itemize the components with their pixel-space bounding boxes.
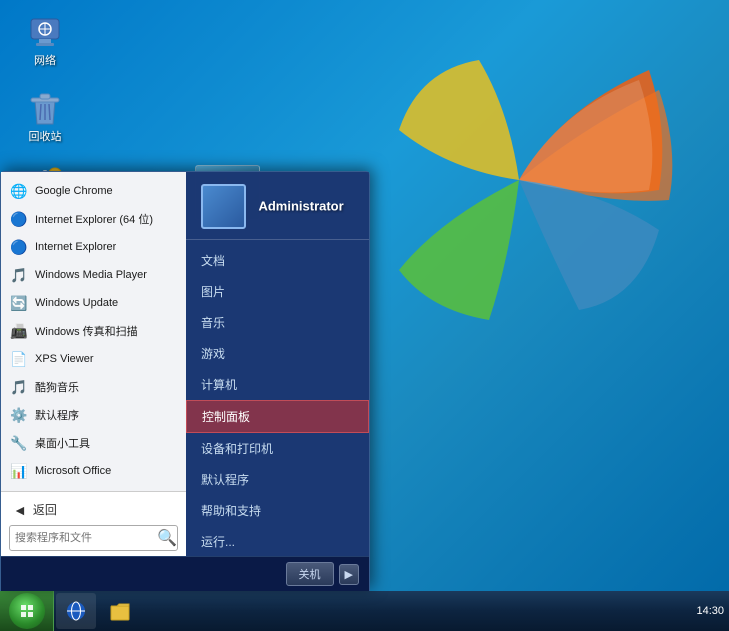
program-label-ie: Internet Explorer	[35, 241, 116, 253]
recycle-bin-icon[interactable]: 回收站	[10, 86, 80, 147]
start-menu-top: 🌐Google Chrome🔵Internet Explorer (64 位)🔵…	[1, 172, 369, 556]
program-label-default-app: 默认程序	[35, 407, 79, 423]
program-label-winupdate: Windows Update	[35, 297, 118, 309]
right-item-computer[interactable]: 计算机	[186, 369, 369, 400]
program-label-wmp: Windows Media Player	[35, 269, 147, 281]
program-item-xps[interactable]: 📄 XPS Viewer	[1, 345, 186, 373]
program-label-xps: XPS Viewer	[35, 353, 94, 365]
right-item-music[interactable]: 音乐	[186, 307, 369, 338]
right-item-run[interactable]: 运行...	[186, 526, 369, 556]
program-icon-fax-scan: 📠	[9, 321, 29, 341]
right-item-default-programs[interactable]: 默认程序	[186, 464, 369, 495]
program-item-ie64[interactable]: 🔵 Internet Explorer (64 位)	[1, 205, 186, 233]
program-item-desktop-gadgets[interactable]: 🔧 桌面小工具	[1, 429, 186, 457]
recycle-bin-icon-img	[25, 89, 65, 129]
program-icon-ie: 🔵	[9, 237, 29, 257]
taskbar-explorer-item[interactable]	[100, 593, 140, 629]
program-label-ie64: Internet Explorer (64 位)	[35, 211, 153, 227]
start-orb	[9, 593, 45, 629]
network-label: 网络	[34, 55, 56, 68]
right-item-help-support[interactable]: 帮助和支持	[186, 495, 369, 526]
program-icon-desktop-gadgets: 🔧	[9, 433, 29, 453]
program-item-wmp[interactable]: 🎵 Windows Media Player	[1, 261, 186, 289]
program-icon-baidu-music: 🎵	[9, 377, 29, 397]
right-item-games[interactable]: 游戏	[186, 338, 369, 369]
start-menu-right-panel: Administrator 文档图片音乐游戏计算机控制面板设备和打印机默认程序帮…	[186, 172, 369, 556]
programs-list[interactable]: 🌐Google Chrome🔵Internet Explorer (64 位)🔵…	[1, 172, 186, 491]
taskbar-programs	[54, 591, 691, 631]
windows-logo	[359, 30, 679, 335]
search-icon[interactable]: 🔍	[157, 528, 177, 548]
recycle-bin-label: 回收站	[29, 131, 62, 144]
shutdown-arrow-button[interactable]: ▶	[339, 564, 359, 585]
start-menu-left-panel: 🌐Google Chrome🔵Internet Explorer (64 位)🔵…	[1, 172, 186, 556]
program-icon-winupdate: 🔄	[9, 293, 29, 313]
start-menu-bottom: 关机 ▶	[1, 556, 369, 591]
right-item-pictures[interactable]: 图片	[186, 276, 369, 307]
search-bar[interactable]: 🔍	[9, 525, 178, 551]
program-icon-xps: 📄	[9, 349, 29, 369]
start-menu: 🌐Google Chrome🔵Internet Explorer (64 位)🔵…	[0, 171, 370, 591]
program-item-ie[interactable]: 🔵 Internet Explorer	[1, 233, 186, 261]
program-label-desktop-gadgets: 桌面小工具	[35, 435, 90, 451]
right-items-list: 文档图片音乐游戏计算机控制面板设备和打印机默认程序帮助和支持运行...	[186, 240, 369, 556]
user-name: Administrator	[258, 199, 343, 214]
program-icon-office: 📊	[9, 461, 29, 481]
program-icon-wmp: 🎵	[9, 265, 29, 285]
taskbar-tray: 14:30	[691, 591, 729, 631]
program-item-fax-scan[interactable]: 📠 Windows 传真和扫描	[1, 317, 186, 345]
program-icon-default-app: ⚙️	[9, 405, 29, 425]
program-item-office[interactable]: 📊 Microsoft Office	[1, 457, 186, 485]
start-button[interactable]	[0, 591, 54, 631]
right-item-documents[interactable]: 文档	[186, 245, 369, 276]
right-item-devices-printers[interactable]: 设备和打印机	[186, 433, 369, 464]
back-arrow-icon: ◄	[13, 502, 27, 518]
program-label-fax-scan: Windows 传真和扫描	[35, 323, 138, 339]
program-item-default-app[interactable]: ⚙️ 默认程序	[1, 401, 186, 429]
program-label-office: Microsoft Office	[35, 465, 111, 477]
desktop: ⛅ 25° 网络	[0, 0, 729, 631]
tray-time: 14:30	[696, 605, 724, 617]
taskbar-ie-item[interactable]	[56, 593, 96, 629]
start-left-bottom: ◄ 返回 🔍	[1, 491, 186, 556]
program-label-chrome: Google Chrome	[35, 185, 113, 197]
back-button[interactable]: ◄ 返回	[9, 497, 178, 522]
user-avatar	[201, 184, 246, 229]
right-item-control-panel[interactable]: 控制面板	[186, 400, 369, 433]
program-icon-ie64: 🔵	[9, 209, 29, 229]
network-icon[interactable]: 网络	[10, 10, 80, 71]
program-item-chrome[interactable]: 🌐 Google Chrome	[1, 177, 186, 205]
program-label-baidu-music: 酷狗音乐	[35, 379, 79, 395]
taskbar: 14:30	[0, 591, 729, 631]
back-label: 返回	[33, 501, 57, 518]
shutdown-button[interactable]: 关机	[286, 562, 334, 586]
user-section: Administrator	[186, 172, 369, 240]
program-item-baidu-music[interactable]: 🎵 酷狗音乐	[1, 373, 186, 401]
network-icon-img	[25, 13, 65, 53]
search-input[interactable]	[15, 532, 157, 544]
program-item-winupdate[interactable]: 🔄 Windows Update	[1, 289, 186, 317]
program-icon-chrome: 🌐	[9, 181, 29, 201]
